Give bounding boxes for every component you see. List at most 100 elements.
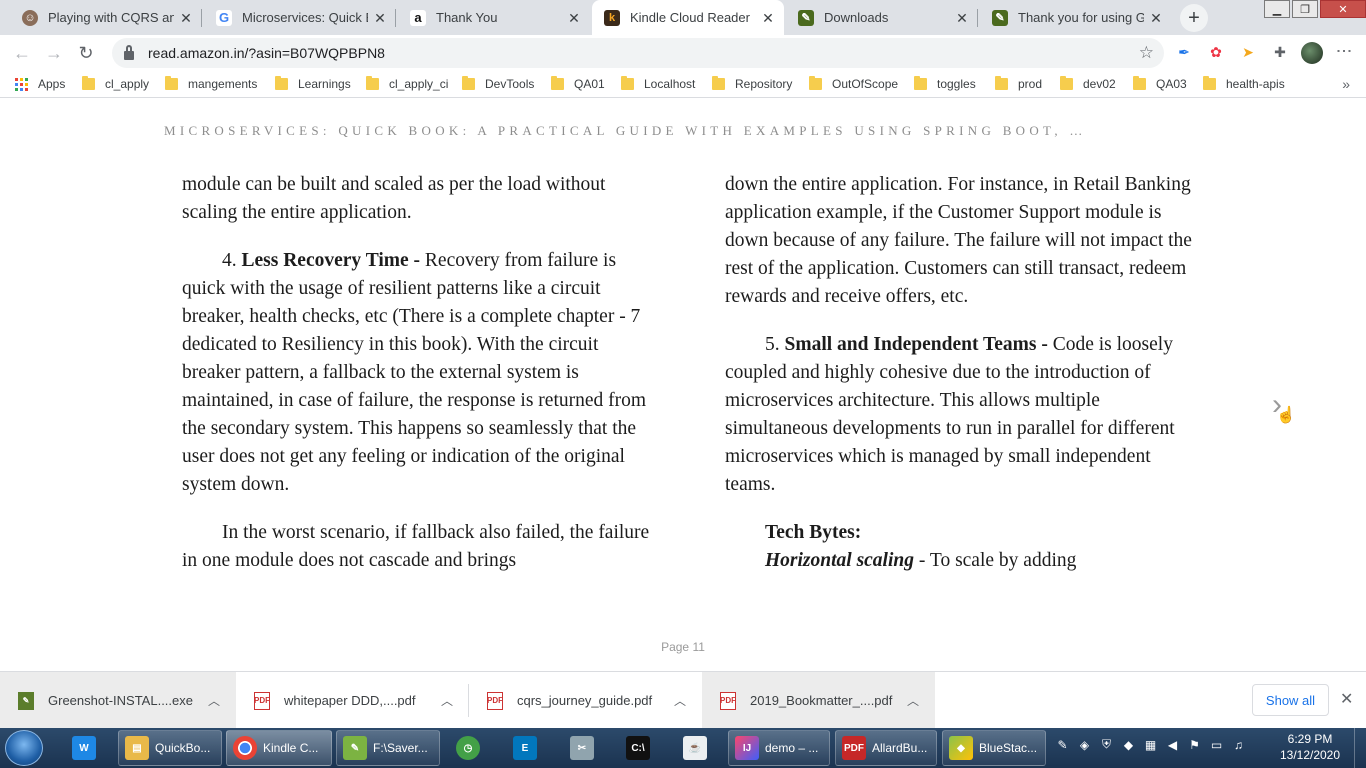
system-clock[interactable]: 6:29 PM 13/12/2020 — [1272, 731, 1348, 763]
tab-title: Downloads — [824, 10, 889, 25]
paragraph: 5. Small and Independent Teams - Code is… — [725, 334, 1175, 495]
speaker-tray-icon[interactable]: ◀ — [1164, 736, 1181, 753]
security-tray-icon[interactable]: ⛨ — [1098, 736, 1115, 753]
menu-dots-icon[interactable]: ⋮ — [1334, 43, 1353, 59]
folder-icon — [621, 76, 634, 90]
close-icon[interactable]: ✕ — [1148, 10, 1164, 26]
app-tray-icon[interactable]: ◆ — [1120, 736, 1137, 753]
taskbar-app[interactable]: E — [507, 730, 547, 766]
close-icon[interactable]: ✕ — [178, 10, 194, 26]
tab-thank-you[interactable]: a Thank You ✕ — [398, 0, 590, 35]
tab-title: Microservices: Quick Boo — [242, 10, 368, 25]
bookmark-folder[interactable]: prod — [995, 76, 1042, 92]
kindle-icon: k — [604, 9, 620, 26]
window-controls: ▁ ❐ ✕ — [1262, 0, 1366, 20]
paragraph: In the worst scenario, if fallback also … — [182, 522, 650, 571]
chevron-up-icon[interactable]: ︿ — [674, 692, 686, 709]
horizontal-scaling-definition: Horizontal scaling - To scale by adding — [765, 550, 1077, 571]
color-picker-extension-icon[interactable]: ✿ — [1207, 43, 1225, 61]
more-bookmarks-icon[interactable]: » — [1342, 76, 1350, 92]
show-all-button[interactable]: Show all — [1252, 684, 1329, 716]
bookmark-folder[interactable]: dev02 — [1060, 76, 1116, 92]
flag-tray-icon[interactable]: ⚑ — [1186, 736, 1203, 753]
paragraph: down the entire application. For instanc… — [725, 174, 1192, 307]
profile-avatar[interactable] — [1301, 42, 1323, 64]
forward-icon[interactable]: → — [40, 39, 68, 67]
forward-extension-icon[interactable]: ➤ — [1239, 43, 1257, 61]
page-number: Page 11 — [661, 640, 705, 654]
taskbar-app[interactable]: ✂ — [564, 730, 604, 766]
close-icon[interactable]: ✕ — [372, 10, 388, 26]
bookmarks-bar: Apps cl_apply mangements Learnings cl_ap… — [0, 70, 1366, 98]
tab-kindle-cloud-reader[interactable]: k Kindle Cloud Reader ✕ — [592, 0, 784, 35]
download-item[interactable]: PDF whitepaper DDD,....pdf ︿ — [236, 672, 469, 729]
extensions-puzzle-icon[interactable]: ✚ — [1271, 43, 1289, 61]
taskbar-app[interactable]: C:\ — [620, 730, 660, 766]
new-tab-button[interactable]: + — [1180, 4, 1208, 32]
bookmark-folder[interactable]: mangements — [165, 76, 257, 92]
taskbar-app[interactable]: PDF AllardBu... — [835, 730, 937, 766]
bookmark-star-icon[interactable]: ☆ — [1139, 43, 1154, 63]
show-desktop-button[interactable] — [1354, 728, 1366, 768]
chevron-up-icon[interactable]: ︿ — [441, 692, 453, 709]
folder-icon — [462, 76, 475, 90]
taskbar-app[interactable]: ◷ — [450, 730, 490, 766]
bookmark-folder[interactable]: Learnings — [275, 76, 351, 92]
bookmark-folder[interactable]: cl_apply — [82, 76, 149, 92]
pen-extension-icon[interactable]: ✒ — [1175, 43, 1193, 61]
grid-tray-icon[interactable]: ▦ — [1142, 736, 1159, 753]
paragraph: 4. Less Recovery Time - Recovery from fa… — [182, 250, 647, 495]
right-column: down the entire application. For instanc… — [725, 171, 1195, 575]
window-close-icon[interactable]: ✕ — [1320, 0, 1366, 18]
taskbar-app[interactable]: ◆ BlueStac... — [942, 730, 1046, 766]
greenshot-icon: ✎ — [18, 691, 34, 710]
folder-icon — [712, 76, 725, 90]
network-tray-icon[interactable]: ◈ — [1076, 736, 1093, 753]
close-icon[interactable]: ✕ — [566, 10, 582, 26]
folder-icon — [809, 76, 822, 90]
volume-tray-icon[interactable]: ♫ — [1230, 736, 1247, 753]
snipping-icon: ✂ — [570, 736, 594, 760]
start-button[interactable] — [5, 730, 43, 766]
tab-cqrs[interactable]: ☺ Playing with CQRS and E ✕ — [10, 0, 202, 35]
bookmark-folder[interactable]: toggles — [914, 76, 976, 92]
address-bar[interactable]: read.amazon.in/?asin=B07WQPBPN8 ☆ — [112, 38, 1164, 68]
chevron-up-icon[interactable]: ︿ — [907, 692, 919, 709]
bookmark-folder[interactable]: QA03 — [1133, 76, 1187, 92]
tab-microservices[interactable]: G Microservices: Quick Boo ✕ — [204, 0, 396, 35]
close-icon[interactable]: ✕ — [954, 10, 970, 26]
reload-icon[interactable]: ↻ — [72, 39, 100, 67]
taskbar-app[interactable]: ☕ — [677, 730, 717, 766]
taskbar-app[interactable]: ▤ QuickBo... — [118, 730, 222, 766]
clock-app-icon: ◷ — [456, 736, 480, 760]
close-icon[interactable]: ✕ — [1340, 689, 1353, 709]
bookmark-folder[interactable]: health-apis — [1203, 76, 1285, 92]
pdf-icon: PDF — [720, 691, 736, 710]
taskbar-app[interactable]: Kindle C... — [226, 730, 332, 766]
bookmark-folder[interactable]: cl_apply_ci — [366, 76, 448, 92]
bookmark-folder[interactable]: QA01 — [551, 76, 605, 92]
display-tray-icon[interactable]: ▭ — [1208, 736, 1225, 753]
close-icon[interactable]: ✕ — [760, 10, 776, 26]
pdf-icon: PDF — [487, 691, 503, 710]
editor-icon: E — [513, 736, 537, 760]
bookmark-folder[interactable]: DevTools — [462, 76, 534, 92]
taskbar-app[interactable]: IJ demo – ... — [728, 730, 830, 766]
bookmark-folder[interactable]: OutOfScope — [809, 76, 898, 92]
back-icon[interactable]: ← — [8, 39, 36, 67]
chevron-up-icon[interactable]: ︿ — [208, 692, 220, 709]
download-item[interactable]: ✎ Greenshot-INSTAL....exe ︿ — [0, 672, 236, 729]
download-item[interactable]: PDF cqrs_journey_guide.pdf ︿ — [469, 672, 702, 729]
minimize-icon[interactable]: ▁ — [1264, 0, 1290, 18]
bookmark-folder[interactable]: Repository — [712, 76, 792, 92]
folder-icon — [366, 76, 379, 90]
taskbar-app[interactable]: ✎ F:\Saver... — [336, 730, 440, 766]
download-item[interactable]: PDF 2019_Bookmatter_....pdf ︿ — [702, 672, 935, 729]
bookmark-apps[interactable]: Apps — [15, 76, 65, 92]
tab-downloads[interactable]: ✎ Downloads ✕ — [786, 0, 978, 35]
taskbar-app[interactable]: W — [66, 730, 106, 766]
greenshot-tray-icon[interactable]: ✎ — [1054, 736, 1071, 753]
maximize-icon[interactable]: ❐ — [1292, 0, 1318, 18]
tab-greenshot[interactable]: ✎ Thank you for using Gree ✕ — [980, 0, 1172, 35]
bookmark-folder[interactable]: Localhost — [621, 76, 695, 92]
